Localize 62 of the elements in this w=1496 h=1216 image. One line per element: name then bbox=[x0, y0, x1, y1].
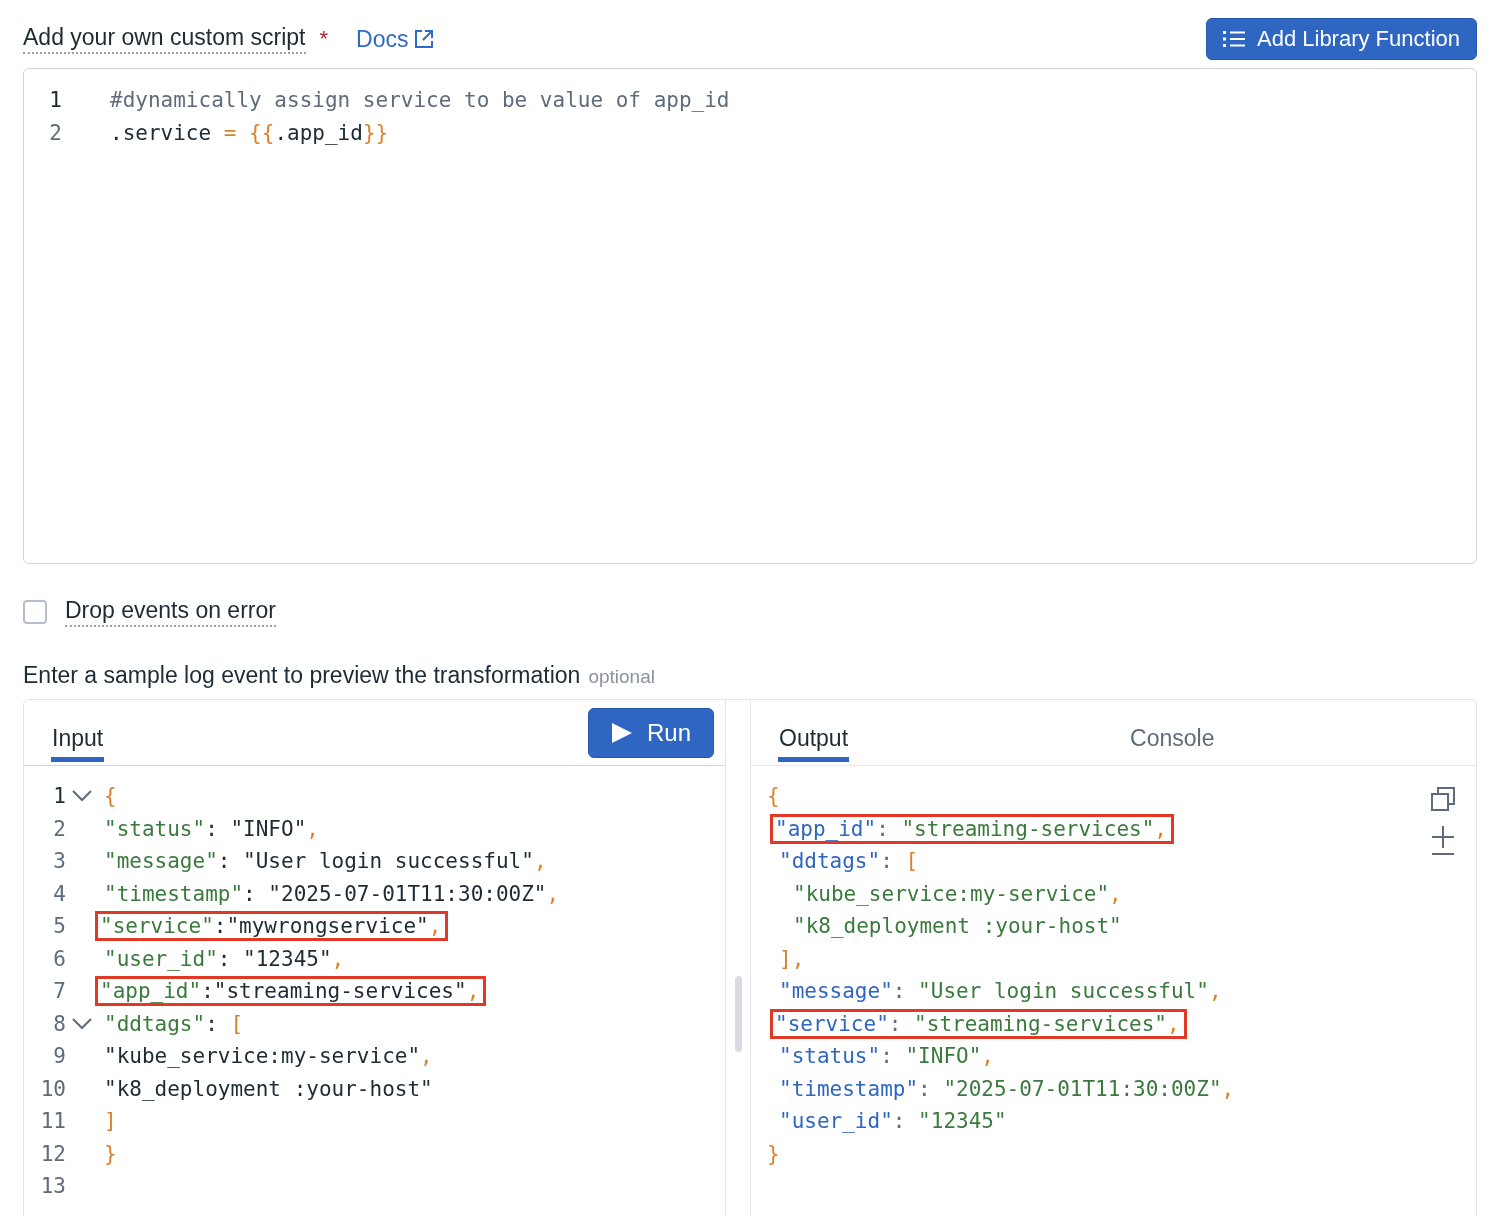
code-line: "user_id": "12345", bbox=[104, 946, 345, 971]
line-number: 13 bbox=[39, 1174, 66, 1199]
code-line: #dynamically assign service to be value of app_id bbox=[110, 88, 730, 113]
line-number: 4 bbox=[52, 881, 66, 906]
code-line: "ddtags": [ bbox=[779, 849, 919, 874]
copy-icon[interactable] bbox=[1430, 786, 1456, 812]
line-number: 1 bbox=[52, 784, 66, 809]
code-line: "timestamp": "2025-07-01T11:30:00Z", bbox=[779, 1076, 1235, 1101]
code-line: "kube_service:my-service", bbox=[793, 881, 1122, 906]
docs-link[interactable]: Docs bbox=[356, 25, 435, 53]
code-line: "status": "INFO", bbox=[104, 816, 319, 841]
line-number: 1 bbox=[48, 88, 63, 113]
line-number: 11 bbox=[39, 1109, 66, 1134]
code-line: "timestamp": "2025-07-01T11:30:00Z", bbox=[104, 881, 560, 906]
plus-line-icon[interactable] bbox=[1430, 824, 1456, 856]
code-line: "status": "INFO", bbox=[779, 1044, 994, 1069]
code-line: "k8_deployment :your-host" bbox=[104, 1076, 433, 1101]
code-line: "message": "User login successful", bbox=[104, 849, 547, 874]
code-line: { bbox=[767, 784, 780, 809]
line-number: 2 bbox=[48, 120, 63, 145]
line-number: 5 bbox=[52, 914, 66, 939]
highlighted-code-line: "service":"mywrongservice", bbox=[98, 914, 446, 939]
code-line: ], bbox=[779, 946, 805, 971]
required-mark: * bbox=[319, 26, 329, 52]
list-icon bbox=[1223, 29, 1245, 49]
code-line: "k8_deployment :your-host" bbox=[793, 914, 1122, 939]
code-line: { bbox=[104, 784, 117, 809]
play-icon bbox=[610, 721, 633, 744]
input-tab[interactable]: Input bbox=[51, 704, 105, 762]
console-tab[interactable]: Console bbox=[1129, 704, 1216, 762]
scrollbar-thumb[interactable] bbox=[734, 976, 742, 1052]
line-number: 8 bbox=[52, 1011, 66, 1036]
code-line: } bbox=[767, 1141, 780, 1166]
optional-hint: optional bbox=[588, 666, 655, 688]
code-line: ] bbox=[104, 1109, 117, 1134]
add-library-function-button[interactable]: Add Library Function bbox=[1206, 18, 1477, 60]
line-number: 3 bbox=[52, 849, 66, 874]
script-label: Add your own custom script bbox=[23, 24, 306, 54]
line-number: 7 bbox=[52, 979, 66, 1004]
highlighted-code-line: "app_id": "streaming-services", bbox=[773, 816, 1171, 841]
preview-title: Enter a sample log event to preview the transformation bbox=[23, 662, 581, 689]
line-number: 2 bbox=[52, 816, 66, 841]
line-number: 12 bbox=[39, 1141, 66, 1166]
line-number: 9 bbox=[52, 1044, 66, 1069]
code-line: .service = {{.app_id}} bbox=[110, 120, 389, 145]
code-line: } bbox=[104, 1141, 117, 1166]
chevron-down-icon[interactable] bbox=[72, 790, 92, 803]
line-number: 10 bbox=[39, 1076, 66, 1101]
external-link-icon bbox=[414, 29, 435, 49]
highlighted-code-line: "service": "streaming-services", bbox=[773, 1011, 1184, 1036]
code-line: "ddtags": [ bbox=[104, 1011, 244, 1036]
script-editor[interactable]: 1 #dynamically assign service to be value of app_id 2 .service = {{.app_id}} bbox=[23, 68, 1477, 564]
checkbox[interactable] bbox=[23, 600, 47, 624]
output-tab[interactable]: Output bbox=[778, 704, 850, 762]
chevron-down-icon[interactable] bbox=[72, 1017, 92, 1030]
run-button[interactable]: Run bbox=[587, 707, 714, 758]
code-line: "message": "User login successful", bbox=[779, 979, 1222, 1004]
drop-events-label: Drop events on error bbox=[65, 597, 276, 627]
highlighted-code-line: "app_id":"streaming-services", bbox=[98, 979, 484, 1004]
line-number: 6 bbox=[52, 946, 66, 971]
code-line: "kube_service:my-service", bbox=[104, 1044, 433, 1069]
code-line: "user_id": "12345" bbox=[779, 1109, 1007, 1134]
